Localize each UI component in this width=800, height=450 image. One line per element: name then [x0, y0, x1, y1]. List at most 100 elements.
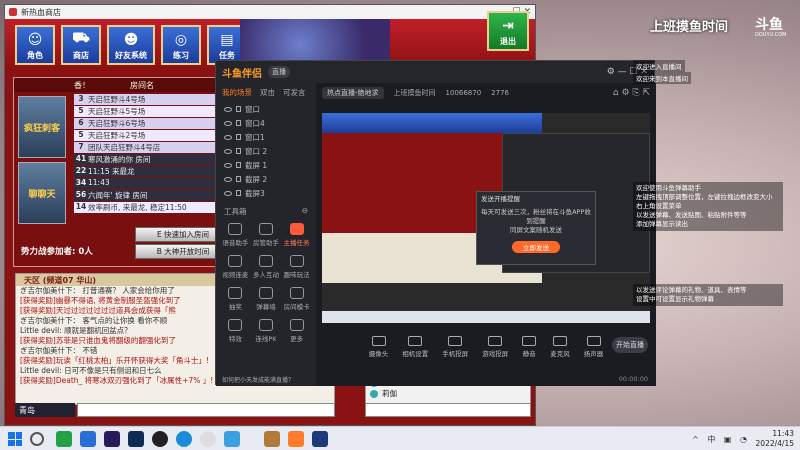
eye-icon[interactable] — [224, 162, 232, 168]
room-row[interactable]: 14 效率刷币, 来最龙, 稳定11:50 — [74, 202, 220, 213]
room-row[interactable]: 41 寒风激涌的你 房间 — [74, 154, 220, 165]
control-icon — [586, 336, 601, 346]
tool-icon — [228, 223, 243, 235]
eye-icon[interactable] — [224, 120, 232, 126]
tab-my-scenes[interactable]: 我的场景 — [222, 87, 252, 98]
assistant-notice: 欢迎使用斗鱼弹幕助手 左键拖拽顶部调整位置，左键拉拽边框改变大小 右上角设置菜单… — [633, 182, 783, 231]
control-button[interactable]: 相机设置 — [402, 336, 428, 358]
avatar-card[interactable]: 疯狂刺客 — [18, 96, 66, 158]
tool-item[interactable]: 连线PK — [251, 319, 282, 343]
control-button[interactable]: 扬声器 — [584, 336, 603, 358]
room-row[interactable]: 22 11:15 来最龙 — [74, 166, 220, 177]
room-row[interactable]: 5 天启狂野斗2号场 — [74, 130, 220, 141]
nav-practice-button[interactable]: ◎ 练习 — [161, 25, 201, 65]
room-name: 11:43 — [88, 178, 110, 187]
eye-icon[interactable] — [224, 106, 232, 112]
control-label: 手机投屏 — [442, 350, 469, 358]
scene-item[interactable]: 截屏 2 — [216, 172, 316, 186]
tool-label: 视频连麦 — [222, 271, 249, 279]
premiere-icon[interactable] — [104, 431, 120, 447]
scene-item[interactable]: 窗口1 — [216, 130, 316, 144]
tool-item[interactable]: 多人互动 — [251, 255, 282, 279]
penguin-icon[interactable] — [152, 431, 168, 447]
exit-button[interactable]: ⇥ 退出 — [487, 11, 529, 51]
tool-item[interactable]: 主播任务 — [281, 223, 312, 247]
tool-item[interactable]: 房管助手 — [251, 223, 282, 247]
lock-icon[interactable] — [236, 190, 241, 196]
room-name: 天启狂野斗6号场 — [88, 119, 146, 128]
room-row[interactable]: 34 11:43 — [74, 178, 220, 189]
tool-item[interactable]: 视频连麦 — [220, 255, 251, 279]
douyu-icon[interactable] — [288, 431, 304, 447]
player-search-input[interactable] — [365, 403, 531, 417]
tool-icon — [228, 287, 243, 299]
lock-icon[interactable] — [236, 148, 241, 154]
app-footer-tip[interactable]: 如何把小天发成能满直播？ — [216, 372, 316, 386]
control-button[interactable]: 麦克风 — [550, 336, 570, 358]
game-icon[interactable] — [264, 431, 280, 447]
player-row[interactable]: 莉伽 — [366, 388, 530, 399]
eye-icon[interactable] — [224, 148, 232, 154]
tool-item[interactable]: 特效 — [220, 319, 251, 343]
control-label: 静音 — [522, 350, 536, 358]
start-button[interactable] — [8, 432, 22, 446]
tool-item[interactable]: 趣味玩法 — [281, 255, 312, 279]
tool-item[interactable]: 语音助手 — [220, 223, 251, 247]
chrome-icon[interactable] — [200, 431, 216, 447]
room-number: 14 — [75, 202, 87, 211]
nav-shop-button[interactable]: ⛟ 商店 — [61, 25, 101, 65]
exit-icon: ⇥ — [502, 18, 514, 34]
room-row[interactable]: 56 六闻年' 旋律 房间 — [74, 190, 220, 201]
control-button[interactable]: 游戏投屏 — [482, 336, 508, 358]
room-number: 5 — [78, 106, 84, 115]
lock-icon[interactable] — [236, 134, 241, 140]
app-icon[interactable] — [80, 431, 96, 447]
scene-item[interactable]: 截屏 1 — [216, 158, 316, 172]
room-row[interactable]: 5 天启狂野斗5号场 — [74, 106, 220, 117]
control-button[interactable]: 静音 — [522, 336, 537, 358]
tool-item[interactable]: 抽奖 — [220, 287, 251, 311]
app-icon[interactable] — [56, 431, 72, 447]
lock-icon[interactable] — [236, 120, 241, 126]
scene-item[interactable]: 窗口 — [216, 102, 316, 116]
eye-icon[interactable] — [224, 134, 232, 140]
control-button[interactable]: 摄像头 — [369, 336, 388, 358]
app-mode-badge[interactable]: 直播 — [268, 66, 290, 78]
room-row[interactable]: 6 天启狂野斗6号场 — [74, 118, 220, 129]
tool-item[interactable]: 弹幕墙 — [251, 287, 282, 311]
tool-item[interactable]: 更多 — [281, 319, 312, 343]
eye-icon[interactable] — [224, 190, 232, 196]
scene-item[interactable]: 窗口 2 — [216, 144, 316, 158]
chat-channel-select[interactable]: 青岛 — [15, 403, 75, 417]
photoshop-icon[interactable] — [128, 431, 144, 447]
room-row[interactable]: 3 天启狂野斗4号场 — [74, 94, 220, 105]
room-row[interactable]: 7 团队天启狂野斗4号店 — [74, 142, 220, 153]
popup-body: 每天可发送三次，粉丝将在斗鱼APP收到提醒 同屏文案随机发送 — [481, 208, 591, 234]
app-icon[interactable] — [312, 431, 328, 447]
category-button[interactable]: 热点直播-绝地求 — [322, 87, 384, 99]
room-number: 34 — [75, 178, 87, 187]
popup-title: 发送开播提醒 — [481, 195, 520, 203]
control-button[interactable]: 手机投屏 — [442, 336, 468, 358]
scene-item[interactable]: 截屏3 — [216, 186, 316, 200]
control-icon — [448, 336, 463, 346]
lock-icon[interactable] — [236, 162, 241, 168]
nav-friends-button[interactable]: ☻ 好友系统 — [107, 25, 155, 65]
system-tray[interactable]: ^ 中 ▣ ◔ — [692, 434, 750, 445]
app-icon[interactable] — [224, 431, 240, 447]
toolbox-collapse-icon[interactable]: ⊖ — [302, 206, 308, 217]
scene-item[interactable]: 窗口4 — [216, 116, 316, 130]
chat-input[interactable] — [77, 403, 335, 417]
tab-double-click[interactable]: 双击 — [260, 87, 275, 98]
edge-icon[interactable] — [176, 431, 192, 447]
nav-character-button[interactable]: ☺ 角色 — [15, 25, 55, 65]
tool-item[interactable]: 房间模卡 — [281, 287, 312, 311]
lock-icon[interactable] — [236, 106, 241, 112]
lock-icon[interactable] — [236, 176, 241, 182]
clock[interactable]: 11:43 2022/4/15 — [756, 429, 794, 449]
search-icon[interactable] — [30, 432, 44, 446]
send-now-button[interactable]: 立即发送 — [512, 241, 560, 253]
eye-icon[interactable] — [224, 176, 232, 182]
tab-speak[interactable]: 可发言 — [283, 87, 306, 98]
avatar-card[interactable]: 聊聊天 — [18, 162, 66, 224]
